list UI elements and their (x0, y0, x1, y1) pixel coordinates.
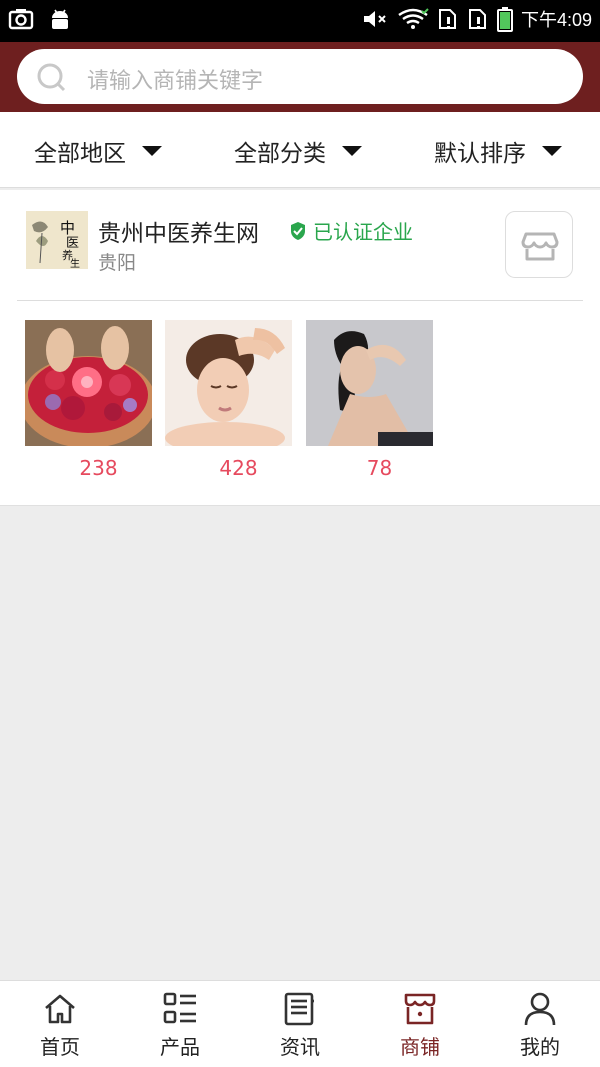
search-placeholder: 请输入商铺关键字 (87, 69, 264, 94)
nav-item-news[interactable]: 资讯 (240, 991, 360, 1060)
android-icon (52, 9, 68, 29)
store-city: 贵阳 (98, 252, 137, 274)
dropdown-arrow-icon (342, 146, 362, 156)
news-icon (284, 992, 314, 1026)
nav-label: 我的 (520, 1035, 560, 1059)
filter-category[interactable]: 全部分类 (234, 134, 362, 168)
store-icon (521, 232, 559, 261)
header: 请输入商铺关键字 (0, 42, 600, 112)
status-bar: 下午4:09 (0, 0, 600, 42)
card-divider (17, 300, 583, 301)
verified-badge: 已认证企业 (289, 216, 413, 245)
nav-label: 资讯 (280, 1035, 320, 1059)
svg-text:中: 中 (60, 219, 75, 237)
nav-item-stores[interactable]: 商铺 (360, 991, 480, 1060)
verified-label: 已认证企业 (313, 220, 413, 244)
store-name[interactable]: 贵州中医养生网 (98, 214, 259, 248)
shield-check-icon (291, 221, 305, 240)
sim-card-icon (468, 9, 486, 29)
status-time: 下午4:09 (520, 10, 592, 30)
bottom-nav: 首页 产品 资讯 商铺 我的 (0, 980, 600, 1067)
product-count: 238 (79, 456, 118, 480)
filter-sort-label: 默认排序 (434, 141, 526, 167)
product-thumbnail[interactable] (306, 320, 433, 446)
sim-card-icon (438, 9, 456, 29)
nav-item-profile[interactable]: 我的 (480, 991, 600, 1060)
filter-sort[interactable]: 默认排序 (434, 134, 562, 168)
store-icon (404, 993, 436, 1025)
user-icon (524, 992, 556, 1026)
product-count: 78 (366, 456, 393, 480)
filter-region-label: 全部地区 (34, 141, 126, 167)
dropdown-arrow-icon (542, 146, 562, 156)
product-thumbnail[interactable] (165, 320, 292, 446)
dropdown-arrow-icon (142, 146, 162, 156)
filter-region[interactable]: 全部地区 (34, 134, 162, 168)
wifi-icon (398, 8, 429, 29)
product-list-icon (163, 992, 196, 1024)
svg-text:生: 生 (70, 257, 80, 269)
nav-label: 商铺 (400, 1035, 440, 1059)
product-count: 428 (219, 456, 258, 480)
enter-store-button[interactable] (505, 211, 573, 278)
search-icon (37, 63, 66, 92)
home-icon (45, 994, 75, 1024)
store-logo: 中 医 养 生 (26, 211, 88, 269)
nav-label: 首页 (40, 1035, 80, 1059)
filter-category-label: 全部分类 (234, 141, 326, 167)
battery-icon (496, 7, 513, 32)
mute-icon (363, 11, 386, 27)
product-thumbnail[interactable] (25, 320, 152, 446)
nav-item-products[interactable]: 产品 (120, 991, 240, 1060)
nav-item-home[interactable]: 首页 (0, 991, 120, 1060)
search-input[interactable]: 请输入商铺关键字 (17, 49, 583, 104)
store-card[interactable]: 中 医 养 生 贵州中医养生网 已认证企业 贵阳 238 428 78 (0, 190, 600, 506)
nav-label: 产品 (160, 1035, 200, 1059)
filter-bar: 全部地区 全部分类 默认排序 (0, 112, 600, 188)
screenshot-icon (8, 9, 34, 30)
